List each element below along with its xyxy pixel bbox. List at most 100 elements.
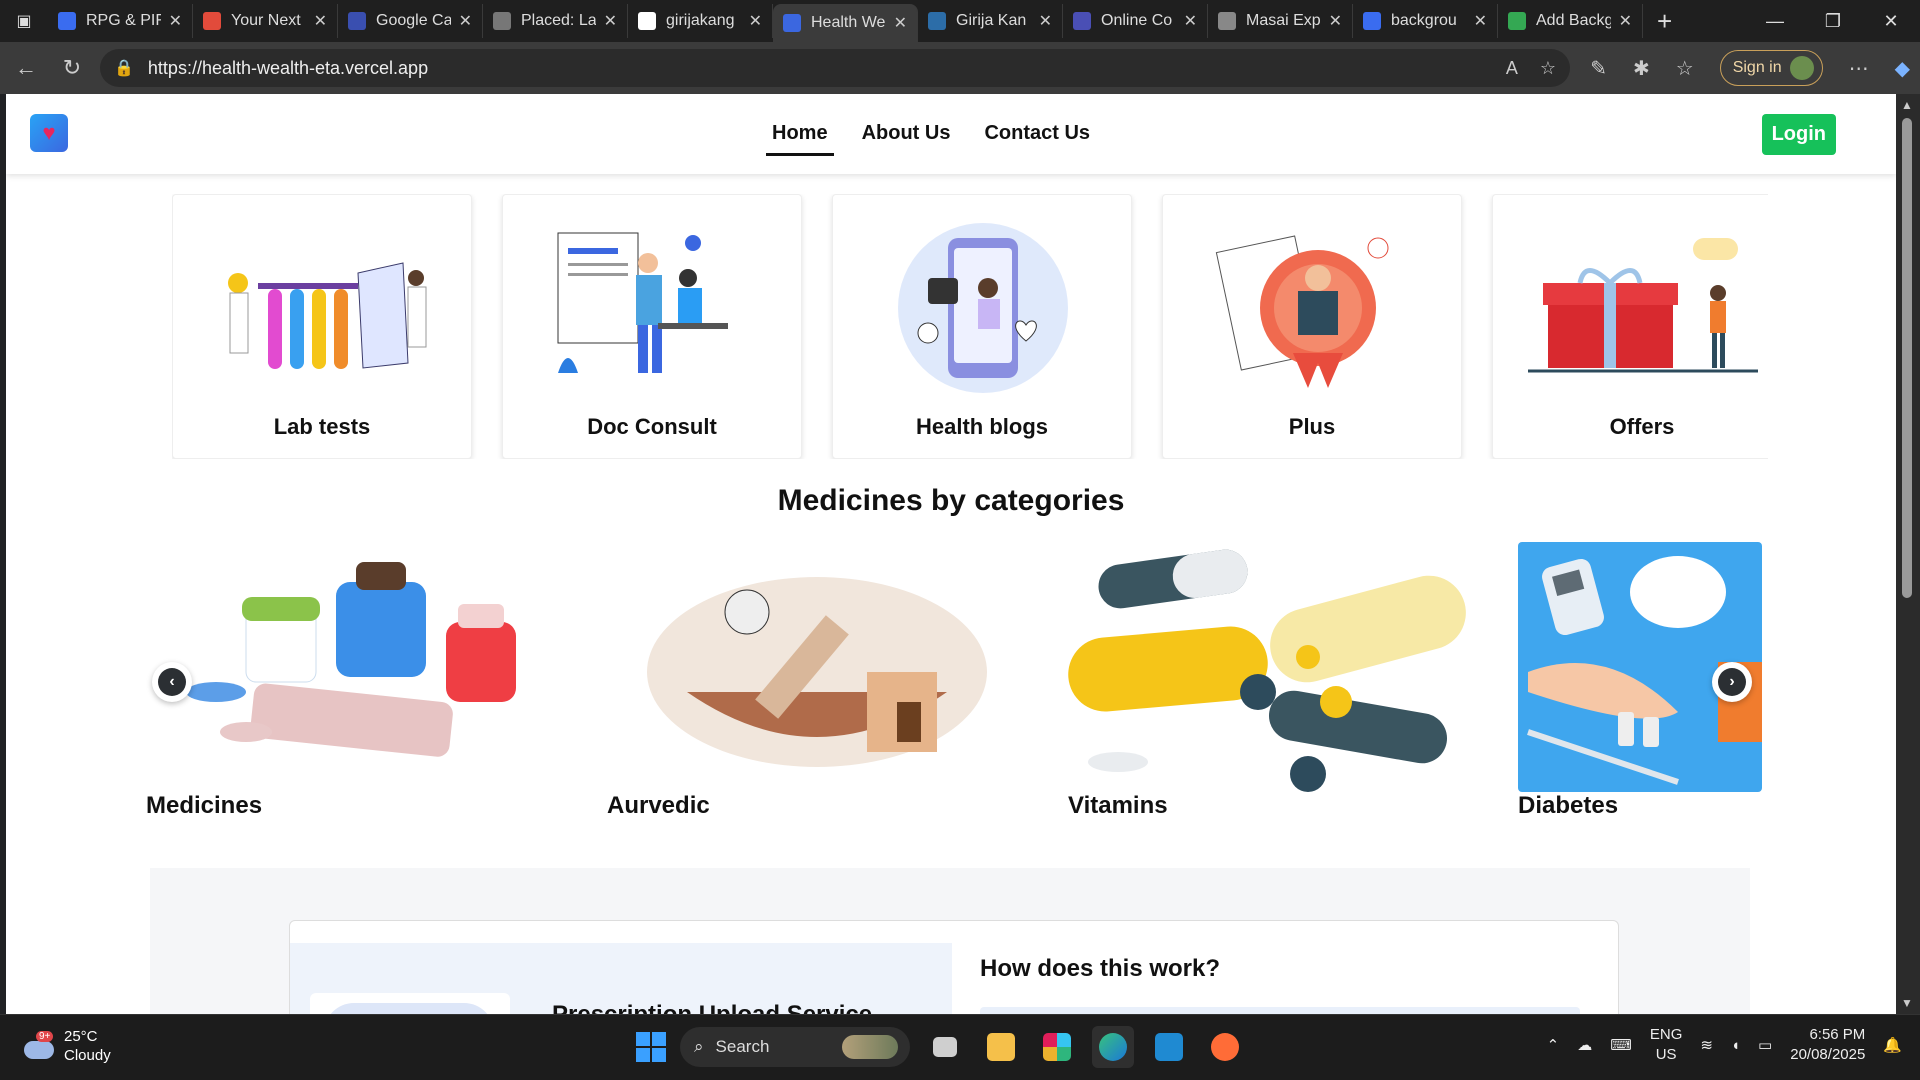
tab-favicon-icon (928, 12, 946, 30)
more-menu-icon[interactable]: ⋯ (1849, 56, 1869, 81)
close-tab-icon[interactable]: ✕ (1329, 11, 1342, 31)
scrollbar-thumb[interactable] (1902, 118, 1912, 598)
close-tab-icon[interactable]: ✕ (314, 11, 327, 31)
browser-tab[interactable]: girijakang ✕ (628, 4, 773, 38)
battery-icon[interactable]: ▭ (1758, 1036, 1772, 1054)
carousel-prev-button[interactable]: ‹ (152, 662, 192, 702)
keyboard-icon[interactable]: ⌨ (1610, 1036, 1632, 1054)
url-text: https://health-wealth-eta.vercel.app (147, 57, 429, 78)
browser-tab[interactable]: backgrou ✕ (1353, 4, 1498, 38)
back-icon[interactable]: ← (6, 48, 46, 88)
browser-tab[interactable]: RPG & PIF ✕ (48, 4, 193, 38)
vscode-icon[interactable] (1148, 1026, 1190, 1068)
edge-browser-icon[interactable] (1092, 1026, 1134, 1068)
taskbar-search[interactable]: ⌕ Search (680, 1027, 910, 1067)
tab-title: Placed: La (521, 12, 596, 29)
service-card-offers[interactable]: Offers (1492, 194, 1768, 459)
weather-desc: Cloudy (64, 1047, 111, 1064)
tab-title: Health We (811, 14, 886, 31)
new-tab-button[interactable]: + (1657, 6, 1672, 37)
sign-in-button[interactable]: Sign in (1719, 50, 1823, 86)
prescription-panel: Prescription Upload Service (290, 943, 952, 1014)
volume-icon[interactable]: ◖ (1731, 1037, 1740, 1054)
sign-in-label: Sign in (1732, 59, 1782, 76)
carousel-next-button[interactable]: › (1712, 662, 1752, 702)
close-tab-icon[interactable]: ✕ (1619, 11, 1632, 31)
service-label: Offers (1609, 414, 1675, 439)
how-it-works-title: How does this work? (980, 955, 1221, 982)
minimize-icon[interactable]: — (1746, 0, 1804, 42)
language-indicator[interactable]: ENG US (1650, 1025, 1683, 1065)
service-card-doc-consult[interactable]: Doc Consult (502, 194, 802, 459)
category-card-vitamins[interactable]: Vitamins (1068, 542, 1488, 832)
windows-start-icon[interactable] (636, 1032, 666, 1062)
task-view-icon[interactable] (924, 1026, 966, 1068)
search-highlight-image (842, 1035, 898, 1059)
browser-tab[interactable]: Girija Kan ✕ (918, 4, 1063, 38)
clock[interactable]: 6:56 PM 20/08/2025 (1790, 1025, 1865, 1065)
maximize-icon[interactable]: ❐ (1804, 0, 1862, 42)
browser-tab[interactable]: Google Ca ✕ (338, 4, 483, 38)
services-row: Lab tests Doc Consult Health blogs Plus … (172, 194, 1768, 459)
prescription-card: Prescription Upload Service How does thi… (289, 920, 1619, 1014)
pen-icon[interactable]: ✎ (1590, 56, 1607, 81)
service-card-health-blogs[interactable]: Health blogs (832, 194, 1132, 459)
close-tab-icon[interactable]: ✕ (1184, 11, 1197, 31)
close-tab-icon[interactable]: ✕ (169, 11, 182, 31)
nav-contact[interactable]: Contact Us (978, 118, 1096, 156)
chevron-up-icon[interactable]: ⌃ (1547, 1036, 1560, 1054)
medicines-illustration (186, 562, 516, 757)
scroll-down-icon[interactable]: ▼ (1901, 996, 1913, 1010)
categories-title: Medicines by categories (777, 484, 1125, 517)
nav-about[interactable]: About Us (856, 118, 957, 156)
read-aloud-icon[interactable]: A (1506, 58, 1518, 79)
close-tab-icon[interactable]: ✕ (604, 11, 617, 31)
close-window-icon[interactable]: ✕ (1862, 0, 1920, 42)
doc-consult-illustration (557, 232, 728, 373)
close-tab-icon[interactable]: ✕ (1474, 11, 1487, 31)
page-scrollbar[interactable]: ▲ ▼ (1896, 94, 1920, 1014)
close-tab-icon[interactable]: ✕ (749, 11, 762, 31)
weather-widget[interactable]: 9+ 25°C Cloudy (22, 1027, 111, 1065)
close-tab-icon[interactable]: ✕ (1039, 11, 1052, 31)
login-button[interactable]: Login (1761, 114, 1836, 155)
avatar (1789, 56, 1814, 80)
browser-tab[interactable]: Add Backg ✕ (1498, 4, 1643, 38)
tab-favicon-icon (1363, 12, 1381, 30)
file-explorer-icon[interactable] (980, 1026, 1022, 1068)
health-blogs-illustration (898, 223, 1068, 393)
browser-tab[interactable]: Online Co ✕ (1063, 4, 1208, 38)
wifi-icon[interactable]: ≋ (1700, 1036, 1713, 1054)
notification-bell-icon[interactable]: 🔔 (1883, 1036, 1902, 1054)
tab-favicon-icon (203, 12, 221, 30)
extensions-icon[interactable]: ✱ (1633, 56, 1650, 81)
service-card-plus[interactable]: Plus (1162, 194, 1462, 459)
browser-tab[interactable]: Your Next ✕ (193, 4, 338, 38)
tab-actions-icon[interactable]: ▣ (0, 0, 48, 42)
nav-home[interactable]: Home (766, 118, 834, 156)
tab-title: girijakang (666, 12, 735, 29)
category-card-medicines[interactable]: Medicines (146, 542, 566, 832)
favorite-star-icon[interactable]: ☆ (1540, 58, 1556, 79)
scroll-up-icon[interactable]: ▲ (1901, 98, 1913, 112)
refresh-icon[interactable]: ↻ (52, 48, 92, 88)
service-card-lab-tests[interactable]: Lab tests (172, 194, 472, 459)
onedrive-icon[interactable]: ☁ (1577, 1036, 1592, 1054)
url-field[interactable]: 🔒 https://health-wealth-eta.vercel.app A… (100, 49, 1570, 87)
weather-badge: 9+ (36, 1031, 54, 1042)
slack-icon[interactable] (1036, 1026, 1078, 1068)
aurvedic-illustration (647, 577, 987, 767)
chevron-right-icon: › (1718, 668, 1746, 696)
browser-tab[interactable]: Masai Exp ✕ (1208, 4, 1353, 38)
close-tab-icon[interactable]: ✕ (459, 11, 472, 31)
postman-icon[interactable] (1204, 1026, 1246, 1068)
weather-temp: 25°C (64, 1028, 98, 1045)
heart-logo-icon[interactable]: ♥ (30, 114, 68, 152)
category-card-aurvedic[interactable]: Aurvedic (607, 542, 1027, 832)
close-tab-icon[interactable]: ✕ (894, 13, 907, 33)
favorites-icon[interactable]: ☆ (1676, 56, 1694, 81)
copilot-icon[interactable]: ◆ (1895, 56, 1910, 81)
tab-favicon-icon (638, 12, 656, 30)
browser-tab[interactable]: Health We ✕ (773, 4, 918, 42)
browser-tab[interactable]: Placed: La ✕ (483, 4, 628, 38)
